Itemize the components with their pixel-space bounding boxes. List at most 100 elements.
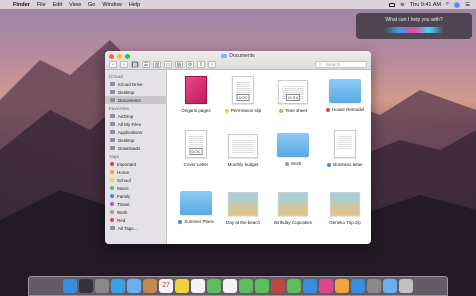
document-icon: DOC bbox=[232, 76, 254, 104]
gallery-view-button[interactable]: ▭ bbox=[164, 60, 172, 68]
file-name: Summer Plans bbox=[184, 219, 214, 224]
siri-icon[interactable] bbox=[79, 279, 93, 293]
file-item[interactable]: Birthday Cupcakes bbox=[268, 188, 318, 225]
list-view-button[interactable]: ☰ bbox=[142, 60, 150, 68]
maps-icon[interactable] bbox=[207, 279, 221, 293]
sidebar-item-icon bbox=[110, 114, 115, 118]
file-item[interactable]: Origami.pages bbox=[171, 76, 221, 113]
sidebar-item-label: Desktop bbox=[118, 137, 135, 143]
photo-thumbnail bbox=[228, 192, 258, 216]
sidebar-item[interactable]: Red bbox=[105, 216, 166, 224]
trash-icon[interactable] bbox=[399, 279, 413, 293]
file-item[interactable]: Work bbox=[268, 130, 318, 166]
window-title-wrap: Documents bbox=[105, 53, 371, 59]
sidebar-item-label: Documents bbox=[118, 97, 141, 103]
action-gear-icon[interactable]: ⚙ bbox=[186, 60, 194, 68]
appstore-icon[interactable] bbox=[351, 279, 365, 293]
sidebar-item[interactable]: Desktop bbox=[105, 88, 166, 96]
sidebar-item-icon bbox=[110, 98, 115, 102]
forward-button[interactable]: › bbox=[120, 60, 128, 68]
preferences-icon[interactable] bbox=[367, 279, 381, 293]
title-bar[interactable]: Documents ‹ › ▦ ☰ ▥ ▭ ▤ ⚙ ⇪ ○ ⌕ Search bbox=[105, 51, 371, 70]
menu-view[interactable]: View bbox=[69, 2, 81, 8]
tags-icon[interactable]: ○ bbox=[208, 60, 216, 68]
sidebar-item[interactable]: School bbox=[105, 176, 166, 184]
menu-go[interactable]: Go bbox=[88, 2, 95, 8]
siri-icon[interactable] bbox=[454, 1, 461, 8]
notification-center-icon[interactable]: ☰ bbox=[465, 2, 470, 8]
photo-thumbnail bbox=[330, 192, 360, 216]
notes-icon[interactable] bbox=[175, 279, 189, 293]
file-name: Cover Letter bbox=[183, 162, 209, 167]
downloads-icon[interactable] bbox=[383, 279, 397, 293]
battery-icon[interactable] bbox=[389, 2, 396, 7]
document-icon: DOC bbox=[185, 130, 207, 158]
column-view-button[interactable]: ▥ bbox=[153, 60, 161, 68]
file-item[interactable]: XLSX Time sheet bbox=[268, 76, 318, 113]
back-button[interactable]: ‹ bbox=[109, 60, 117, 68]
itunes-icon[interactable] bbox=[319, 279, 333, 293]
file-item[interactable]: DOC Cover Letter bbox=[171, 130, 221, 167]
sidebar-item[interactable]: Applications bbox=[105, 128, 166, 136]
folder-icon bbox=[329, 79, 361, 103]
reminders-icon[interactable] bbox=[191, 279, 205, 293]
sidebar-item-label: Red bbox=[117, 217, 126, 223]
file-type-badge: DOC bbox=[189, 148, 203, 155]
sidebar-item[interactable]: AirDrop bbox=[105, 112, 166, 120]
sidebar-heading: iCloud bbox=[109, 74, 123, 79]
menu-help[interactable]: Help bbox=[129, 2, 140, 8]
tag-dot-icon bbox=[224, 108, 229, 113]
calendar-icon[interactable]: 27 bbox=[159, 279, 173, 293]
photobooth-icon[interactable] bbox=[271, 279, 285, 293]
sidebar-item[interactable]: Documents bbox=[105, 96, 166, 104]
sidebar-item[interactable]: All Tags... bbox=[105, 224, 166, 232]
contacts-icon[interactable] bbox=[143, 279, 157, 293]
file-name: Origami.pages bbox=[181, 108, 211, 113]
facetime-icon[interactable] bbox=[255, 279, 269, 293]
sidebar-item[interactable]: Important bbox=[105, 160, 166, 168]
clock[interactable]: Thu 9:41 AM bbox=[410, 2, 441, 8]
file-name: Time sheet bbox=[284, 108, 308, 113]
file-item[interactable]: Geneko Trip.zip bbox=[320, 188, 370, 225]
sidebar-item[interactable]: Desktop bbox=[105, 136, 166, 144]
file-type-badge: XLSX bbox=[285, 94, 301, 101]
menu-edit[interactable]: Edit bbox=[53, 2, 62, 8]
sidebar-item[interactable]: Home bbox=[105, 168, 166, 176]
wifi-icon[interactable]: ≋ bbox=[400, 2, 405, 8]
sidebar-item[interactable]: All My Files bbox=[105, 120, 166, 128]
tag-dot-icon bbox=[278, 108, 283, 113]
group-button[interactable]: ▤ bbox=[175, 60, 183, 68]
file-name: Day at the beach bbox=[225, 220, 261, 225]
file-item[interactable]: Day at the beach bbox=[218, 188, 268, 225]
safari-icon[interactable] bbox=[111, 279, 125, 293]
file-item[interactable]: House Remodel bbox=[320, 76, 370, 112]
sidebar-item[interactable]: Downloads bbox=[105, 144, 166, 152]
messages-icon[interactable] bbox=[239, 279, 253, 293]
file-item[interactable]: Monthly budget bbox=[218, 130, 268, 167]
file-item[interactable]: Business letter bbox=[320, 130, 370, 167]
sidebar-item[interactable]: Work bbox=[105, 208, 166, 216]
file-name: Monthly budget bbox=[227, 162, 259, 167]
sidebar-item[interactable]: Travel bbox=[105, 200, 166, 208]
share-icon[interactable]: ⇪ bbox=[197, 60, 205, 68]
photo-thumbnail bbox=[278, 192, 308, 216]
file-item[interactable]: DOC Permission slip bbox=[218, 76, 268, 113]
finder-icon[interactable] bbox=[63, 279, 77, 293]
file-item[interactable]: Summer Plans bbox=[171, 188, 221, 224]
photos-icon[interactable] bbox=[223, 279, 237, 293]
spotlight-icon[interactable]: ⌕ bbox=[446, 1, 449, 8]
menu-file[interactable]: File bbox=[37, 2, 46, 8]
numbers-icon[interactable] bbox=[287, 279, 301, 293]
sidebar-item[interactable]: Family bbox=[105, 192, 166, 200]
ibooks-icon[interactable] bbox=[335, 279, 349, 293]
menu-app-name[interactable]: Finder bbox=[13, 2, 30, 8]
menu-window[interactable]: Window bbox=[102, 2, 122, 8]
search-input[interactable]: ⌕ Search bbox=[315, 60, 367, 68]
launchpad-icon[interactable] bbox=[95, 279, 109, 293]
sidebar-item[interactable]: iCloud Drive bbox=[105, 80, 166, 88]
sidebar-item-label: iCloud Drive bbox=[118, 81, 143, 87]
keynote-icon[interactable] bbox=[303, 279, 317, 293]
sidebar-item[interactable]: Music bbox=[105, 184, 166, 192]
icon-view-button[interactable]: ▦ bbox=[131, 60, 139, 68]
mail-icon[interactable] bbox=[127, 279, 141, 293]
